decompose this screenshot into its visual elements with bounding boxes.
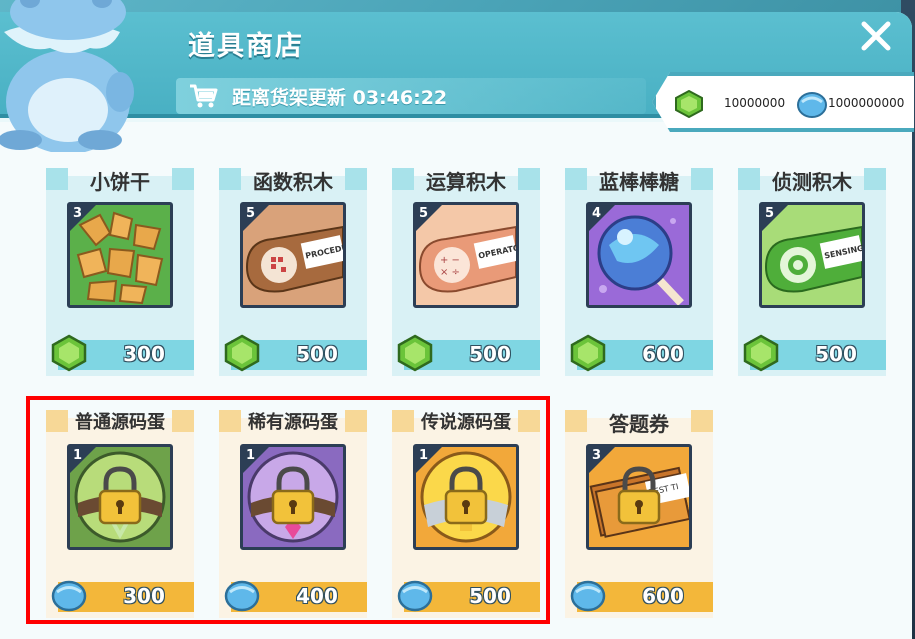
item-name-bar: 蓝棒棒糖 [565,168,713,194]
common-egg-icon: 1 [67,444,173,550]
item-price: 400 [296,584,338,608]
level-number: 5 [765,206,775,221]
item-name: 侦测积木 [772,170,852,194]
item-name: 普通源码蛋 [75,412,165,433]
item-price: 500 [469,342,511,366]
level-number: 1 [419,448,429,463]
shop-item-card[interactable]: 蓝棒棒糖 4 600 [565,168,713,380]
item-name: 函数积木 [253,170,333,194]
item-price: 600 [642,342,684,366]
item-name-bar: 运算积木 [392,168,540,194]
gem-balance: 10000000 [724,96,786,110]
item-name: 小饼干 [90,170,150,194]
item-name: 传说源码蛋 [421,412,511,433]
shop-item-card[interactable]: 运算积木 + − × ÷ OPERATO 5 500 [392,168,540,380]
price-bar: 600 [570,334,713,372]
orb-icon [797,92,827,118]
level-number: 1 [73,448,83,463]
lollipop-icon: 4 [586,202,692,308]
level-number: 4 [592,206,602,221]
price-bar: 300 [51,580,194,612]
item-price: 300 [123,342,165,366]
shop-item-card[interactable]: 普通源码蛋 1 300 [46,410,194,622]
gem-icon [224,334,260,372]
currency-panel: 10000000 1000000000 [652,72,914,132]
quiz-ticket-icon: TEST TI 3 [586,444,692,550]
item-name-bar: 传说源码蛋 [392,410,540,433]
operator-block-icon: + − × ÷ OPERATO 5 [413,202,519,308]
level-number: 5 [419,206,429,221]
price-bar: 600 [570,580,713,612]
item-name-bar: 侦测积木 [738,168,886,194]
item-name: 运算积木 [426,170,506,194]
item-price: 600 [642,584,684,608]
item-price: 500 [815,342,857,366]
cookie-icon: 3 [67,202,173,308]
price-bar: 400 [224,580,367,612]
svg-text:+ −: + − [440,255,460,266]
cart-icon [190,84,218,108]
level-number: 1 [246,448,256,463]
item-price: 500 [469,584,511,608]
item-name: 答题券 [609,412,669,436]
shop-item-card[interactable]: 答题券 TEST TI 3 600 [565,410,713,622]
item-name-bar: 普通源码蛋 [46,410,194,433]
orb-balance: 1000000000 [828,96,905,110]
item-price: 500 [296,342,338,366]
level-number: 3 [73,206,83,221]
sensing-block-icon: SENSING 5 [759,202,865,308]
svg-text:× ÷: × ÷ [440,267,460,278]
shop-title: 道具商店 [188,31,304,62]
item-name-bar: 答题券 [565,410,713,436]
shop-item-card[interactable]: 函数积木 PROCEDU 5 500 [219,168,367,380]
item-name-bar: 函数积木 [219,168,367,194]
mascot-icon [0,0,134,152]
item-price: 300 [123,584,165,608]
refresh-timer-bar: 距离货架更新 03:46:22 [176,78,646,114]
gem-icon [675,90,703,118]
level-number: 5 [246,206,256,221]
price-bar: 500 [224,334,367,372]
orb-icon [397,580,433,612]
gem-icon [743,334,779,372]
orb-icon [570,580,606,612]
orb-icon [51,580,87,612]
refresh-timer-text: 距离货架更新 03:46:22 [232,87,448,109]
item-name-bar: 稀有源码蛋 [219,410,367,433]
item-name: 稀有源码蛋 [248,412,338,433]
function-block-icon: PROCEDU 5 [240,202,346,308]
gem-icon [570,334,606,372]
close-icon[interactable] [858,18,894,54]
shop-item-card[interactable]: 小饼干 3 300 [46,168,194,380]
price-bar: 500 [397,334,540,372]
orb-icon [224,580,260,612]
shop-item-card[interactable]: 稀有源码蛋 1 400 [219,410,367,622]
gem-icon [51,334,87,372]
shop-item-card[interactable]: 侦测积木 SENSING 5 500 [738,168,886,380]
price-bar: 500 [743,334,886,372]
gem-icon [397,334,433,372]
item-name-bar: 小饼干 [46,168,194,194]
level-number: 3 [592,448,602,463]
shop-item-card[interactable]: 传说源码蛋 1 500 [392,410,540,622]
rare-egg-icon: 1 [240,444,346,550]
price-bar: 300 [51,334,194,372]
legendary-egg-icon: 1 [413,444,519,550]
item-name: 蓝棒棒糖 [599,170,679,194]
price-bar: 500 [397,580,540,612]
